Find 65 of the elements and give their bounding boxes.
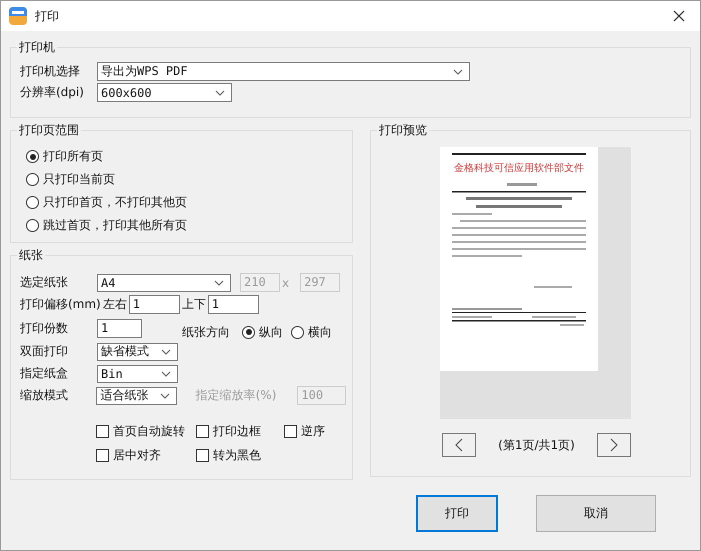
previous-page-button[interactable] bbox=[442, 433, 476, 457]
radio-button[interactable] bbox=[26, 196, 39, 209]
chevron-right-icon bbox=[610, 438, 618, 452]
group-title: 打印页范围 bbox=[17, 122, 81, 138]
field-label: 打印机选择 bbox=[20, 63, 81, 80]
dropdown[interactable]: 缺省模式 bbox=[97, 342, 178, 360]
checkbox[interactable] bbox=[196, 448, 209, 462]
chevron-icon bbox=[160, 392, 170, 398]
checkbox[interactable] bbox=[96, 424, 109, 438]
checkbox[interactable] bbox=[96, 448, 109, 462]
cancel-button[interactable]: 取消 bbox=[536, 495, 656, 532]
group-title: 打印机 bbox=[17, 39, 57, 55]
dropdown[interactable]: Bin bbox=[97, 364, 178, 382]
page-indicator: (第1页/共1页) bbox=[498, 436, 575, 454]
radio-button[interactable] bbox=[26, 150, 39, 163]
field-label: 左右 bbox=[102, 296, 127, 313]
group-title: 打印预览 bbox=[377, 122, 429, 138]
radio-label: 只打印首页，不打印其他页 bbox=[43, 194, 187, 211]
radio-button[interactable] bbox=[291, 326, 304, 338]
chevron-left-icon bbox=[455, 438, 463, 452]
field-label: 打印份数 bbox=[20, 320, 69, 336]
checkbox[interactable] bbox=[196, 424, 209, 438]
radio-label: 跳过首页，打印其他所有页 bbox=[43, 217, 187, 234]
checkbox-label: 转为黑色 bbox=[213, 446, 261, 464]
checkbox-label: 逆序 bbox=[301, 422, 325, 440]
field-label: 指定纸盒 bbox=[20, 365, 69, 382]
dropdown[interactable]: 600x600 bbox=[97, 83, 232, 102]
field-label: 指定缩放率(%) bbox=[196, 387, 276, 404]
field-label: 选定纸张 bbox=[20, 274, 69, 291]
field-label: 缩放模式 bbox=[20, 387, 69, 404]
radio-label: 横向 bbox=[308, 324, 332, 340]
radio-label: 打印所有页 bbox=[43, 148, 103, 165]
window-title: 打印 bbox=[35, 8, 59, 24]
radio-button[interactable] bbox=[26, 173, 39, 186]
field-label: 上下 bbox=[182, 296, 206, 313]
radio-label: 纵向 bbox=[259, 324, 283, 340]
dropdown[interactable]: 导出为WPS PDF bbox=[97, 62, 470, 81]
close-icon bbox=[673, 10, 685, 22]
dropdown[interactable]: 适合纸张 bbox=[96, 386, 177, 404]
chevron-icon bbox=[453, 68, 463, 74]
chevron-icon bbox=[161, 348, 171, 354]
input-field[interactable]: 1 bbox=[128, 295, 180, 314]
group-title: 纸张 bbox=[17, 247, 45, 263]
dropdown[interactable]: A4 bbox=[97, 274, 231, 292]
input-field[interactable]: 1 bbox=[208, 295, 259, 314]
checkbox-label: 居中对齐 bbox=[113, 446, 161, 464]
input-field[interactable]: 1 bbox=[97, 318, 142, 338]
print-button[interactable]: 打印 bbox=[416, 495, 498, 532]
checkbox[interactable] bbox=[284, 424, 297, 438]
radio-button[interactable] bbox=[242, 326, 255, 338]
chevron-icon bbox=[161, 370, 171, 376]
chevron-icon bbox=[214, 280, 224, 286]
field-label: 纸张方向 bbox=[182, 324, 230, 340]
radio-button[interactable] bbox=[26, 219, 39, 232]
app-icon bbox=[9, 7, 27, 25]
field-label: 分辨率(dpi) bbox=[20, 84, 85, 101]
times-label: x bbox=[282, 276, 290, 290]
field-label: 打印偏移(mm) bbox=[20, 296, 101, 313]
field-label: 双面打印 bbox=[20, 343, 69, 360]
document-heading: 金格科技可信应用软件部文件 bbox=[454, 162, 584, 174]
checkbox-label: 首页自动旋转 bbox=[113, 422, 185, 440]
chevron-icon bbox=[215, 90, 225, 96]
radio-label: 只打印当前页 bbox=[43, 171, 115, 188]
checkbox-label: 打印边框 bbox=[213, 422, 261, 440]
next-page-button[interactable] bbox=[597, 433, 631, 457]
